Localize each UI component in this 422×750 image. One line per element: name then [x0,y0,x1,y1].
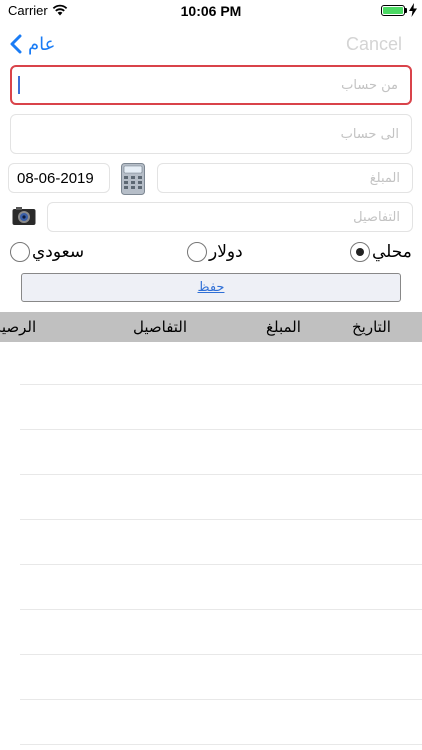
clock: 10:06 PM [180,3,242,19]
amount-placeholder: المبلغ [369,170,400,186]
save-label: حفظ [197,280,225,295]
battery-nub [405,8,407,13]
to-account-placeholder: الى حساب [340,126,399,142]
save-button[interactable]: حفظ [21,273,401,302]
table-row-separator [20,474,422,475]
date-field[interactable]: 08-06-2019 [8,163,110,193]
text-cursor [18,76,20,94]
table-row-separator [20,699,422,700]
column-header-amount: المبلغ [266,318,301,336]
battery-icon [381,5,405,16]
radio-saudi[interactable]: سعودي [10,242,86,262]
date-value: 08-06-2019 [17,169,94,187]
back-label: عام [28,33,56,55]
table-row-separator [20,519,422,520]
status-bar: Carrier 10:06 PM [0,0,422,22]
column-header-date: التاريخ [352,318,391,336]
back-button[interactable]: عام [10,30,55,58]
from-account-placeholder: من حساب [341,77,398,93]
radio-local[interactable]: محلي [350,242,414,262]
radio-saudi-circle [10,242,30,262]
calculator-icon[interactable] [121,163,145,195]
cancel-button[interactable]: Cancel [346,34,402,55]
table-row-separator [20,744,422,745]
table-row-separator [20,384,422,385]
from-account-input[interactable]: من حساب [10,65,412,105]
details-placeholder: التفاصيل [353,209,400,225]
camera-icon[interactable] [12,206,36,226]
to-account-input[interactable]: الى حساب [10,114,412,154]
radio-dollar[interactable]: دولار [187,242,245,262]
radio-local-circle [350,242,370,262]
amount-input[interactable]: المبلغ [157,163,413,193]
chevron-left-icon [10,34,22,54]
charging-icon [409,3,417,17]
radio-saudi-label: سعودي [32,242,85,262]
radio-dollar-label: دولار [209,242,243,262]
column-header-balance: الرصيد [0,318,37,336]
column-header-details: التفاصيل [133,318,188,336]
radio-dollar-circle [187,242,207,262]
table-row-separator [20,609,422,610]
table-row-separator [20,654,422,655]
details-input[interactable]: التفاصيل [47,202,413,232]
table-row-separator [20,564,422,565]
radio-local-label: محلي [372,242,412,262]
radio-selected-dot [356,248,364,256]
table-row-separator [20,429,422,430]
